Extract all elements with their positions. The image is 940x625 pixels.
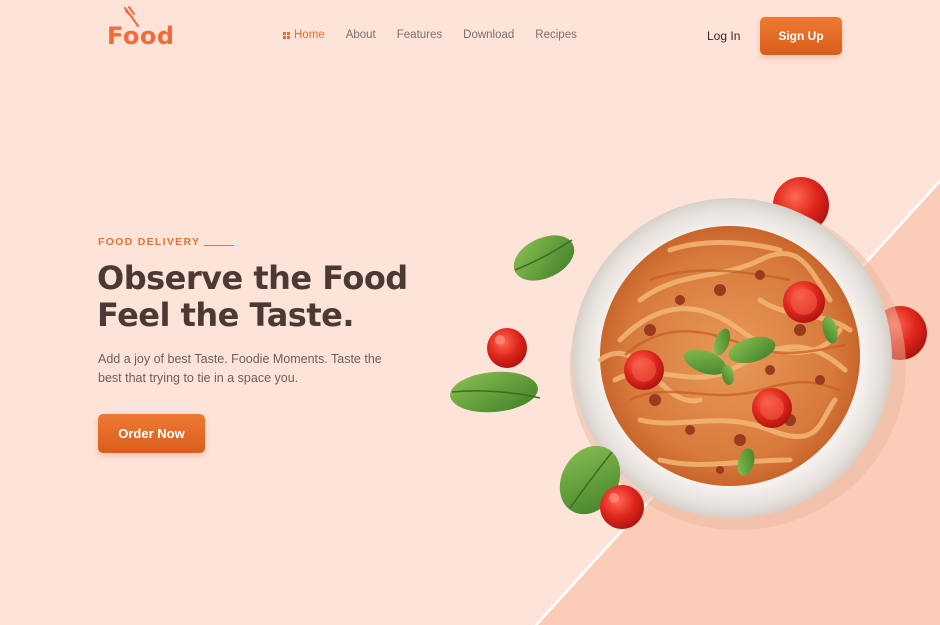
hero-eyebrow: FOOD DELIVERY: [98, 236, 235, 248]
signup-button[interactable]: Sign Up: [760, 17, 842, 55]
nav-item-label: Home: [294, 29, 325, 41]
nav-item-about[interactable]: About: [346, 29, 376, 41]
main-nav: Home About Features Download Recipes: [283, 29, 577, 41]
grid-icon: [283, 31, 290, 39]
nav-item-download[interactable]: Download: [463, 29, 514, 41]
login-link[interactable]: Log In: [707, 29, 740, 43]
headline-line-1: Observe the Food: [97, 259, 408, 297]
eyebrow-underline: [204, 244, 235, 246]
eyebrow-text: FOOD DELIVERY: [98, 236, 201, 248]
nav-item-features[interactable]: Features: [397, 29, 442, 41]
hero-headline: Observe the Food Feel the Taste.: [97, 260, 408, 334]
nav-item-recipes[interactable]: Recipes: [535, 29, 577, 41]
pasta-bowl-image: [450, 177, 927, 530]
brand-logo[interactable]: Food: [107, 6, 177, 52]
order-now-button[interactable]: Order Now: [98, 414, 205, 453]
hero-description: Add a joy of best Taste. Foodie Moments.…: [98, 352, 382, 385]
nav-item-home[interactable]: Home: [283, 29, 325, 41]
logo-text: Food: [107, 22, 175, 50]
headline-line-2: Feel the Taste.: [97, 296, 355, 334]
